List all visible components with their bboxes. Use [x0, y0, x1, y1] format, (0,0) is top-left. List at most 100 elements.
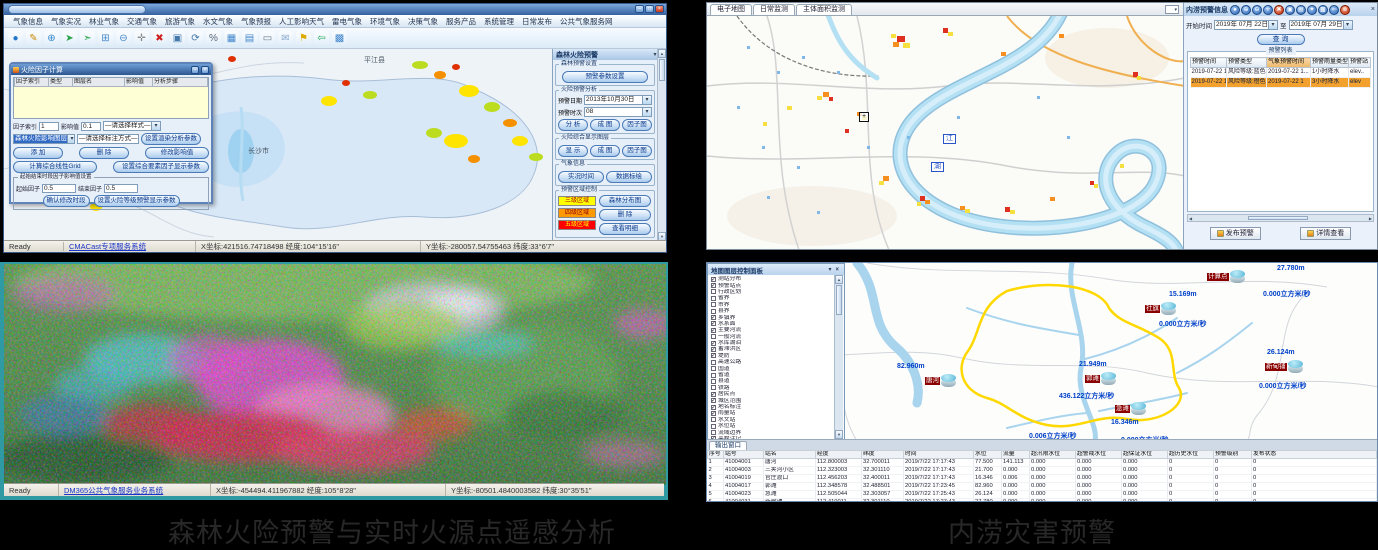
window-icon[interactable]: ▣ — [170, 31, 185, 46]
column-header[interactable]: 水位 — [974, 451, 1002, 459]
query-button[interactable]: 查 询 — [1257, 34, 1305, 45]
menu-item[interactable]: 环境气象 — [366, 16, 404, 27]
panel-bottom-button[interactable]: 详情查看 — [1300, 227, 1351, 240]
menu-item[interactable]: 人工影响天气 — [275, 16, 328, 27]
warning-date-select[interactable]: 2013年10月30日 — [584, 95, 652, 105]
confirm-period-button[interactable]: 确认修改时段 — [43, 195, 90, 207]
minimize-button[interactable] — [635, 5, 644, 13]
layer-panel-scrollbar[interactable] — [834, 275, 843, 439]
column-header[interactable]: 图层名 — [73, 78, 125, 87]
factor-table[interactable]: 因子索引类型图层名影响值分析步骤 — [13, 77, 209, 119]
analysis-button[interactable]: 分 析 — [558, 119, 588, 131]
street-map-canvas[interactable]: 江湖+ — [707, 16, 1185, 250]
impact-input[interactable]: 0.1 — [81, 122, 101, 131]
map-mini-dropdown[interactable] — [1165, 5, 1179, 14]
level-display-button[interactable]: 设置火险等级预警显示参数 — [94, 195, 180, 207]
layer-checkbox[interactable] — [711, 289, 716, 294]
layer-checkbox[interactable] — [711, 328, 716, 333]
layer-checkbox[interactable] — [711, 379, 716, 384]
table-row[interactable]: 141004001唐河112.80000332.7000112019/7/22 … — [708, 459, 1377, 467]
layer-checkbox[interactable] — [711, 373, 716, 378]
column-header[interactable]: 预警时间 — [1191, 58, 1227, 68]
layer-checkbox[interactable] — [711, 347, 716, 352]
station-marker[interactable]: 社旗 — [1145, 303, 1176, 315]
station-marker[interactable]: 急滩 — [1115, 403, 1146, 415]
menu-item[interactable]: 气象预报 — [237, 16, 275, 27]
back-icon[interactable]: ⇦ — [1329, 5, 1339, 15]
column-header[interactable]: 因子索引 — [15, 78, 49, 87]
layer-display-button[interactable]: 显 示 — [558, 145, 588, 157]
table-row[interactable]: 641004031新甸铺112.41001132.3011102019/7/22… — [708, 499, 1377, 503]
scroll-up-icon[interactable] — [658, 49, 666, 58]
layer-checkbox[interactable] — [711, 430, 716, 435]
tab-emap[interactable]: 电子地图 — [710, 4, 752, 15]
map-icon[interactable]: ▩ — [332, 31, 347, 46]
layer-checkbox[interactable] — [711, 398, 716, 403]
menu-item[interactable]: 日常发布 — [518, 16, 556, 27]
menu-item[interactable]: 气象信息 — [9, 16, 47, 27]
chevron-down-icon[interactable] — [1343, 21, 1352, 29]
window-icon[interactable]: ▣ — [1285, 5, 1295, 15]
modify-impact-button[interactable]: 修改影响值 — [145, 147, 209, 159]
chart-icon[interactable]: ✦ — [1307, 5, 1317, 15]
column-header[interactable]: 纬度 — [862, 451, 904, 459]
mail-icon[interactable]: ✉ — [278, 31, 293, 46]
weather-info-button[interactable]: 数据标绘 — [606, 171, 652, 183]
station-marker[interactable]: 新甸铺 — [1265, 361, 1303, 373]
dialog-title-bar[interactable]: 火险因子计算 — [11, 64, 211, 75]
render-params-button[interactable]: 设置渲染分析参数 — [141, 133, 201, 145]
chevron-down-icon[interactable] — [642, 96, 651, 104]
layer-checkbox[interactable] — [711, 392, 716, 397]
pan-hand-icon[interactable]: ✛ — [134, 31, 149, 46]
column-header[interactable]: 站名 — [764, 451, 816, 459]
column-header[interactable]: 发布状态 — [1252, 451, 1377, 459]
analysis-button[interactable]: 成 图 — [590, 119, 620, 131]
chevron-down-icon[interactable] — [151, 122, 160, 130]
pin-icon[interactable]: ▾ — [826, 266, 833, 273]
column-header[interactable]: 预警站 — [1349, 58, 1371, 68]
globe-icon[interactable]: ● — [8, 31, 23, 46]
zoom-out-icon[interactable]: ⊖ — [1252, 5, 1262, 15]
gis-map-canvas[interactable]: 长沙市平江县 火险因子计算 — [4, 49, 666, 241]
select-arrow-icon[interactable]: ➣ — [80, 31, 95, 46]
column-header[interactable]: 时间 — [904, 451, 974, 459]
back-icon[interactable]: ⇦ — [314, 31, 329, 46]
layer-checkbox[interactable] — [711, 405, 716, 410]
menu-item[interactable]: 旅游气象 — [161, 16, 199, 27]
column-header[interactable]: 超汛限水位 — [1030, 451, 1076, 459]
warning-time-select[interactable]: 08 — [584, 107, 652, 117]
start-factor-input[interactable]: 0.5 — [42, 184, 76, 193]
panel-horizontal-scrollbar[interactable] — [1187, 214, 1374, 222]
station-marker[interactable]: 唐河 — [925, 375, 956, 387]
image-icon[interactable]: ▦ — [224, 31, 239, 46]
weather-info-button[interactable]: 实况时间 — [558, 171, 604, 183]
warning-params-button[interactable]: 预警参数设置 — [562, 71, 648, 83]
close-button[interactable] — [655, 5, 664, 13]
layers-icon[interactable]: ▤ — [1296, 5, 1306, 15]
panel-vertical-scrollbar[interactable] — [657, 49, 666, 241]
date-to-select[interactable]: 2019年 07月 29日 — [1289, 20, 1353, 30]
column-header[interactable]: 影响值 — [125, 78, 153, 87]
table-row[interactable]: 341004019官庄渡口112.45620332.4000112019/7/2… — [708, 475, 1377, 483]
chevron-down-icon[interactable] — [67, 135, 75, 143]
column-header[interactable]: 流量 — [1002, 451, 1030, 459]
globe-icon[interactable]: ● — [1230, 5, 1240, 15]
table-row[interactable]: 541004023急滩112.50504432.3030572019/7/22 … — [708, 491, 1377, 499]
method-select[interactable]: —请选择标注方式— — [77, 134, 139, 144]
menu-item[interactable]: 雷电气象 — [328, 16, 366, 27]
column-header[interactable]: 超保证水位 — [1122, 451, 1168, 459]
chevron-down-icon[interactable] — [642, 108, 651, 116]
close-red-icon[interactable]: ✖ — [1274, 5, 1284, 15]
column-header[interactable]: 序号 — [708, 451, 724, 459]
close-red-icon[interactable]: ✖ — [152, 31, 167, 46]
maximize-button[interactable] — [645, 5, 654, 13]
dialog-close-button[interactable] — [201, 66, 209, 74]
layer-checkbox[interactable] — [711, 411, 716, 416]
layer-checkbox[interactable] — [711, 321, 716, 326]
refresh-icon[interactable]: ⟳ — [188, 31, 203, 46]
column-header[interactable]: 预警级别 — [1214, 451, 1252, 459]
basin-map-canvas[interactable]: 计算点 社旗 唐河 郭滩 急滩 新甸铺 27.780m0.000立方米/秒15.… — [707, 263, 1378, 441]
panel-bottom-button[interactable]: 发布预警 — [1210, 227, 1261, 240]
output-tab[interactable]: 输出窗口 — [709, 441, 747, 450]
tab-area-monitor[interactable]: 主体面积监测 — [796, 4, 852, 15]
